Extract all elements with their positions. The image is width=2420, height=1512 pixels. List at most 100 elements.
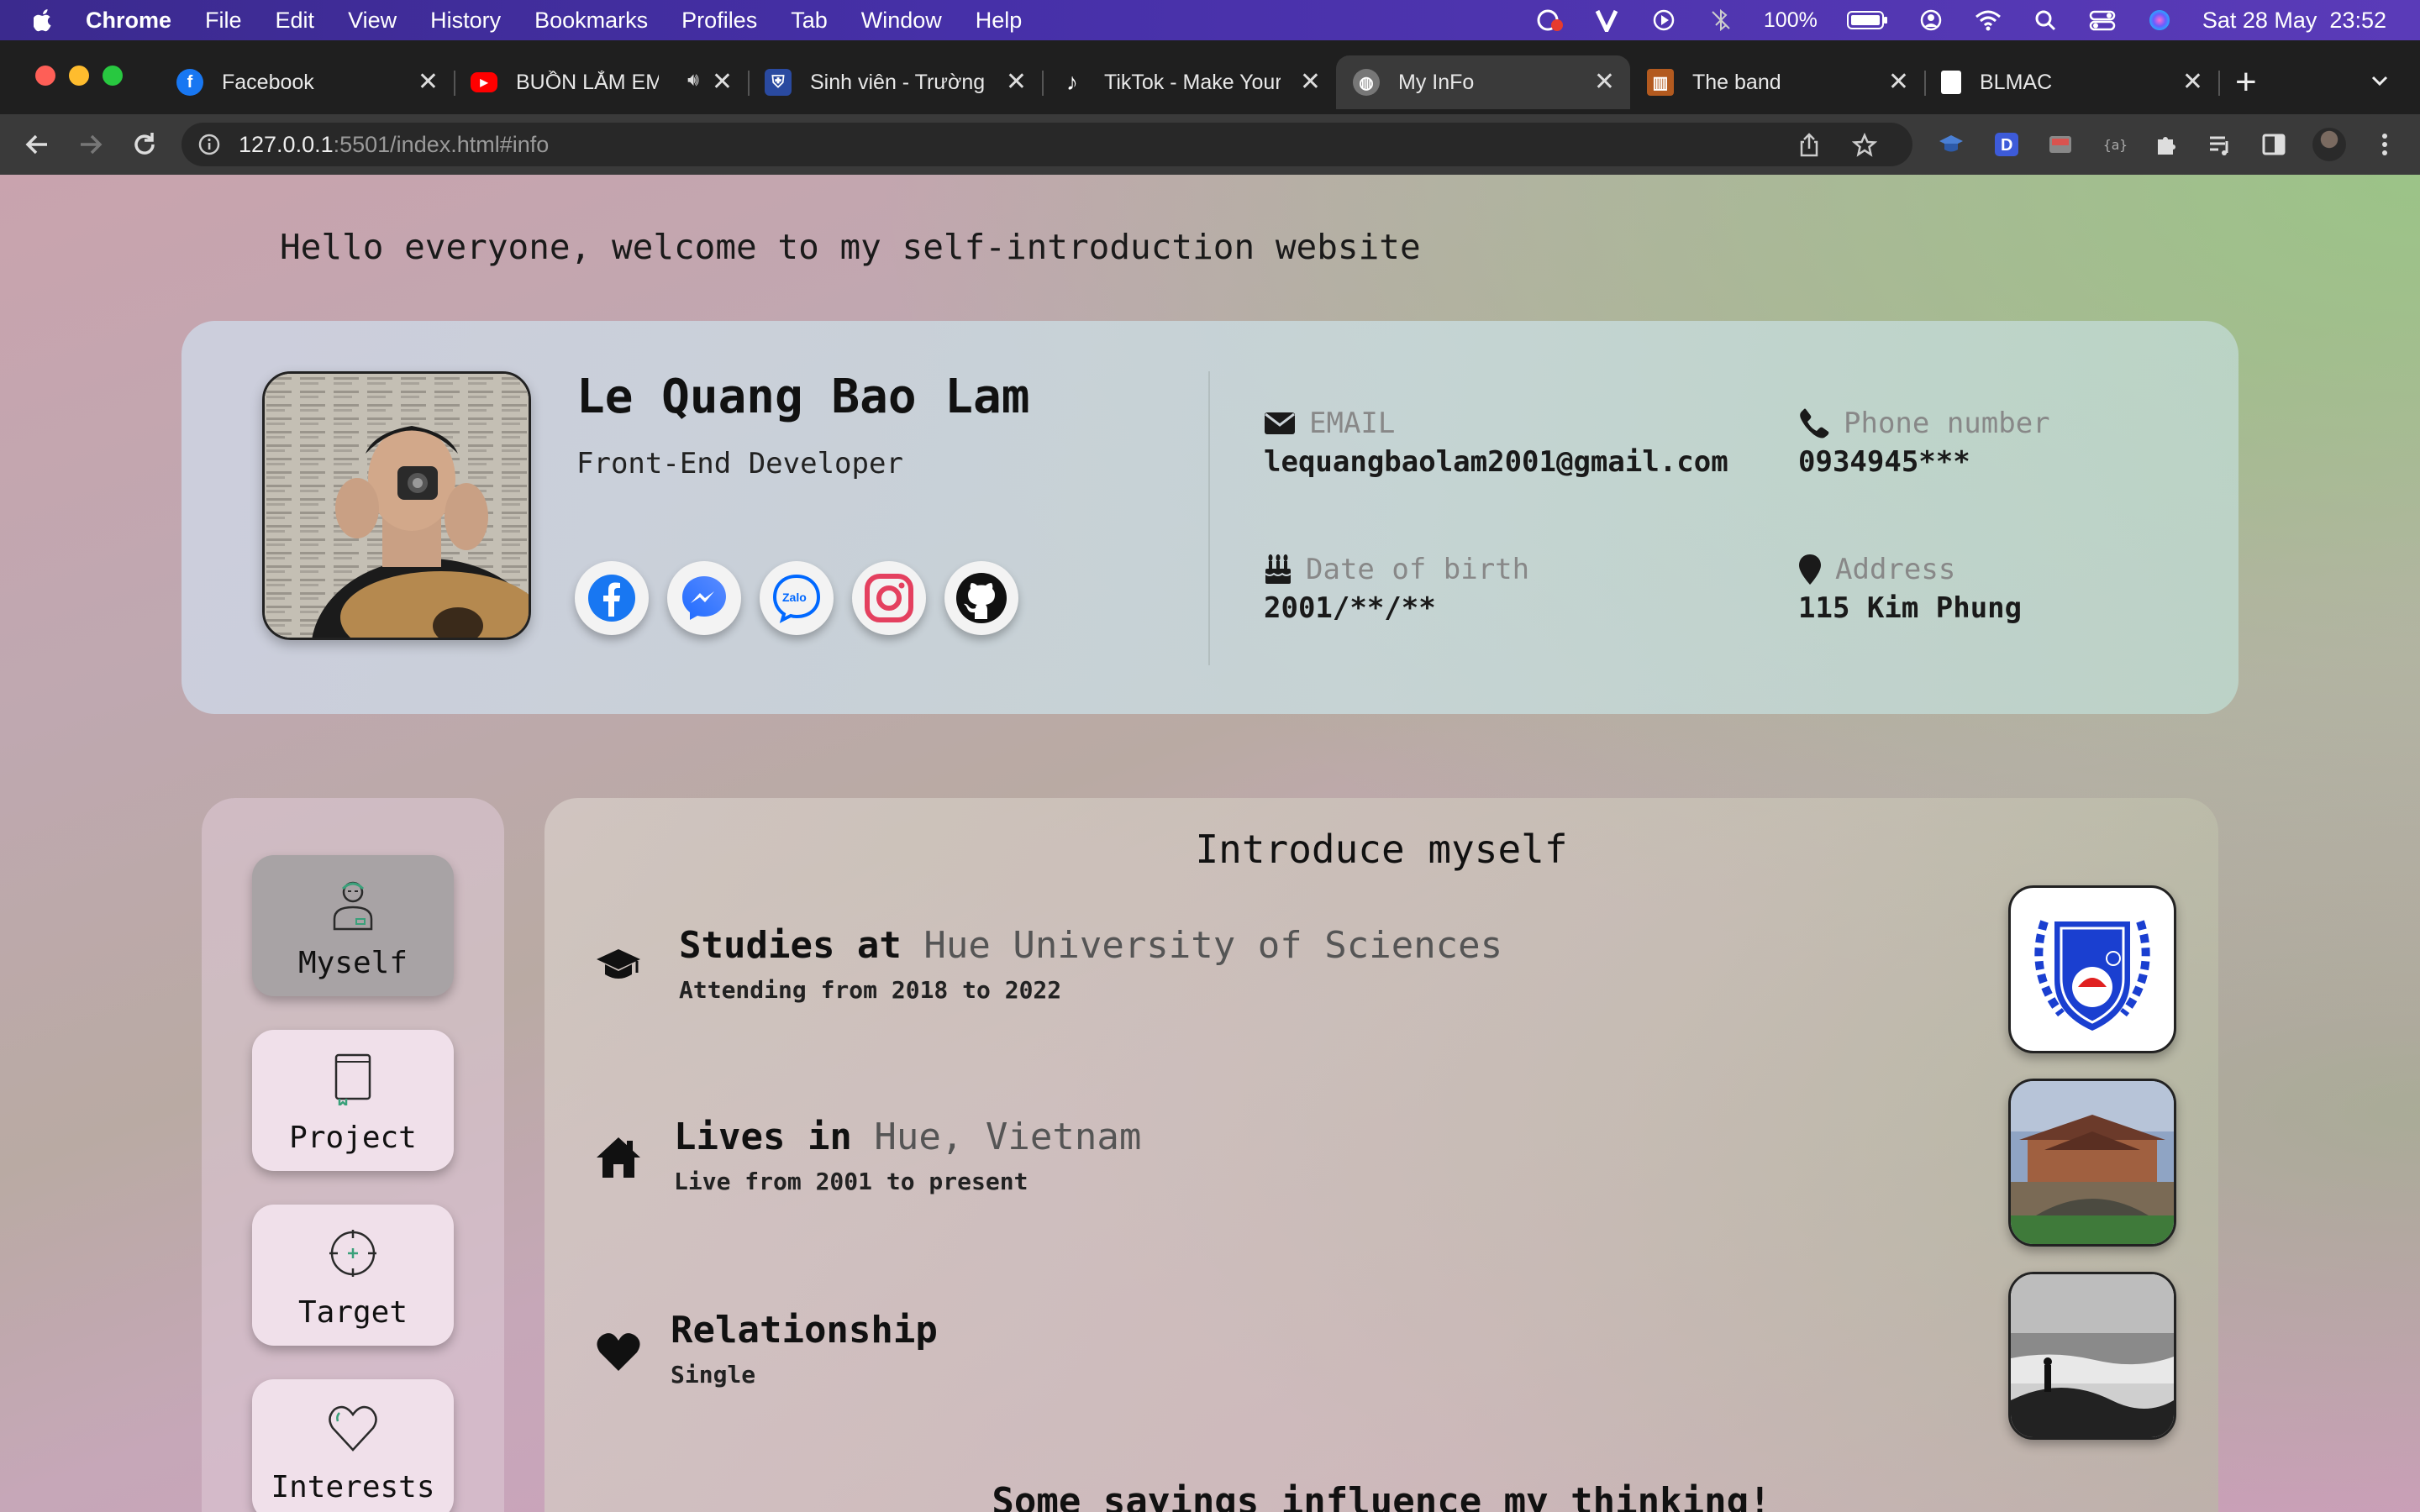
bluetooth-off-icon[interactable] — [1707, 8, 1735, 33]
tab-title: My InFo — [1398, 70, 1475, 94]
github-link[interactable] — [944, 561, 1018, 635]
zoom-window-button[interactable] — [103, 66, 123, 86]
nav-project[interactable]: Project — [252, 1030, 454, 1171]
chrome-tab-strip: f Facebook ✕ ▶ BUỒN LẮM EM 🔊︎ ✕ ⛨ Sinh v… — [0, 40, 2420, 114]
close-window-button[interactable] — [35, 66, 55, 86]
shield-icon: ⛨ — [765, 69, 792, 96]
map-pin-icon — [1799, 554, 1821, 585]
tab-the-band[interactable]: ▥ The band ✕ — [1630, 55, 1926, 109]
tab-my-info[interactable]: ◍ My InFo ✕ — [1336, 55, 1630, 109]
close-tab-icon[interactable]: ✕ — [1300, 67, 1321, 97]
d-extension-icon[interactable]: D — [1993, 131, 2020, 158]
graduation-extension-icon[interactable] — [1938, 131, 1965, 158]
bookmark-star-icon[interactable] — [1852, 133, 1877, 158]
tab-youtube[interactable]: ▶ BUỒN LẮM EM 🔊︎ ✕ — [454, 55, 750, 109]
close-tab-icon[interactable]: ✕ — [418, 67, 439, 97]
phone-info: Phone number 0934945*** — [1798, 407, 2050, 479]
email-info: EMAIL lequangbaolam2001@gmail.com — [1264, 407, 1728, 479]
messenger-link[interactable] — [667, 561, 741, 635]
menu-help[interactable]: Help — [976, 8, 1023, 34]
zalo-link[interactable]: Zalo — [760, 561, 834, 635]
email-label: EMAIL — [1309, 407, 1396, 440]
share-icon[interactable] — [1797, 133, 1822, 158]
nav-label: Interests — [271, 1470, 435, 1504]
play-circle-icon[interactable] — [1649, 8, 1678, 33]
heart-icon — [329, 1405, 377, 1452]
nav-interests[interactable]: Interests — [252, 1379, 454, 1512]
address-bar[interactable]: 127.0.0.1:5501/index.html#info — [182, 123, 1912, 166]
side-panel-icon[interactable] — [2260, 131, 2287, 158]
menu-tab[interactable]: Tab — [791, 8, 828, 34]
puzzle-extensions-icon[interactable] — [2153, 131, 2180, 158]
media-queue-icon[interactable] — [2207, 131, 2233, 158]
web-page: Hello everyone, welcome to my self-intro… — [0, 175, 2420, 1512]
menu-edit[interactable]: Edit — [276, 8, 315, 34]
cloud-status-icon[interactable] — [1535, 8, 1564, 33]
relationship-subtitle: Single — [671, 1361, 756, 1389]
code-extension-icon[interactable]: {a} — [2101, 131, 2128, 158]
chevron-down-icon[interactable] — [2370, 71, 2390, 91]
menu-app-name[interactable]: Chrome — [86, 8, 171, 34]
close-tab-icon[interactable]: ✕ — [1888, 67, 1909, 97]
back-arrow-icon[interactable] — [22, 129, 52, 160]
user-account-icon[interactable] — [1917, 8, 1945, 33]
social-links: Zalo — [575, 561, 1018, 635]
tab-title: Facebook — [222, 70, 314, 94]
phone-label: Phone number — [1844, 407, 2050, 440]
card-divider — [1208, 371, 1210, 665]
menubar-clock[interactable]: Sat 28 May 23:52 — [2202, 8, 2386, 34]
kebab-menu-icon[interactable] — [2371, 131, 2398, 158]
tab-blmac[interactable]: BLMAC ✕ — [1924, 55, 2220, 109]
instagram-icon — [865, 574, 913, 622]
spotlight-search-icon[interactable] — [2031, 8, 2060, 33]
new-tab-button[interactable]: + — [2235, 64, 2257, 101]
address-info: Address 115 Kim Phung — [1798, 553, 2022, 625]
image-extension-icon[interactable] — [2047, 131, 2074, 158]
control-center-icon[interactable] — [2088, 8, 2117, 33]
tab-student-portal[interactable]: ⛨ Sinh viên - Trường Đ ✕ — [748, 55, 1044, 109]
menu-history[interactable]: History — [430, 8, 501, 34]
wifi-icon[interactable] — [1974, 8, 2002, 33]
menu-window[interactable]: Window — [861, 8, 942, 34]
v-app-icon[interactable] — [1592, 8, 1621, 33]
email-value[interactable]: lequangbaolam2001@gmail.com — [1264, 445, 1728, 479]
apple-icon[interactable] — [34, 8, 54, 32]
minimize-window-button[interactable] — [69, 66, 89, 86]
hometown-name[interactable]: Hue, Vietnam — [874, 1116, 1141, 1158]
menu-bookmarks[interactable]: Bookmarks — [534, 8, 648, 34]
study-title: Studies at Hue University of Sciences — [679, 924, 1503, 967]
menu-file[interactable]: File — [205, 8, 242, 34]
nav-myself[interactable]: Myself — [252, 855, 454, 996]
site-info-icon[interactable] — [198, 134, 220, 155]
profile-avatar[interactable] — [2312, 128, 2346, 161]
tab-facebook[interactable]: f Facebook ✕ — [160, 55, 455, 109]
close-tab-icon[interactable]: ✕ — [1006, 67, 1027, 97]
facebook-link[interactable] — [575, 561, 649, 635]
battery-icon[interactable] — [1846, 8, 1888, 33]
profile-name: Le Quang Bao Lam — [576, 370, 1030, 424]
nav-target[interactable]: Target — [252, 1205, 454, 1346]
welcome-heading: Hello everyone, welcome to my self-intro… — [280, 227, 1421, 267]
reload-icon[interactable] — [129, 129, 160, 160]
speaker-icon[interactable]: 🔊︎ — [687, 69, 699, 91]
close-tab-icon[interactable]: ✕ — [1594, 67, 1615, 97]
profile-role: Front-End Developer — [576, 447, 903, 480]
birthday-cake-icon — [1265, 554, 1292, 584]
intro-panel: Introduce myself Studies at Hue Universi… — [544, 798, 2218, 1512]
instagram-link[interactable] — [852, 561, 926, 635]
github-icon — [956, 573, 1007, 623]
forward-arrow-icon[interactable] — [76, 129, 106, 160]
url-text[interactable]: 127.0.0.1:5501/index.html#info — [239, 132, 549, 158]
siri-icon[interactable] — [2145, 8, 2174, 33]
close-tab-icon[interactable]: ✕ — [2182, 67, 2203, 97]
close-tab-icon[interactable]: ✕ — [712, 67, 733, 97]
tab-tiktok[interactable]: ♪ TikTok - Make Your ✕ — [1042, 55, 1336, 109]
relationship-title: Relationship — [671, 1309, 938, 1352]
menu-view[interactable]: View — [348, 8, 397, 34]
tab-title: TikTok - Make Your — [1104, 70, 1281, 94]
menu-profiles[interactable]: Profiles — [681, 8, 757, 34]
university-name[interactable]: Hue University of Sciences — [923, 924, 1502, 967]
tab-title: Sinh viên - Trường Đ — [810, 70, 986, 94]
phone-value[interactable]: 0934945*** — [1798, 445, 2050, 479]
nav-label: Myself — [297, 946, 408, 980]
